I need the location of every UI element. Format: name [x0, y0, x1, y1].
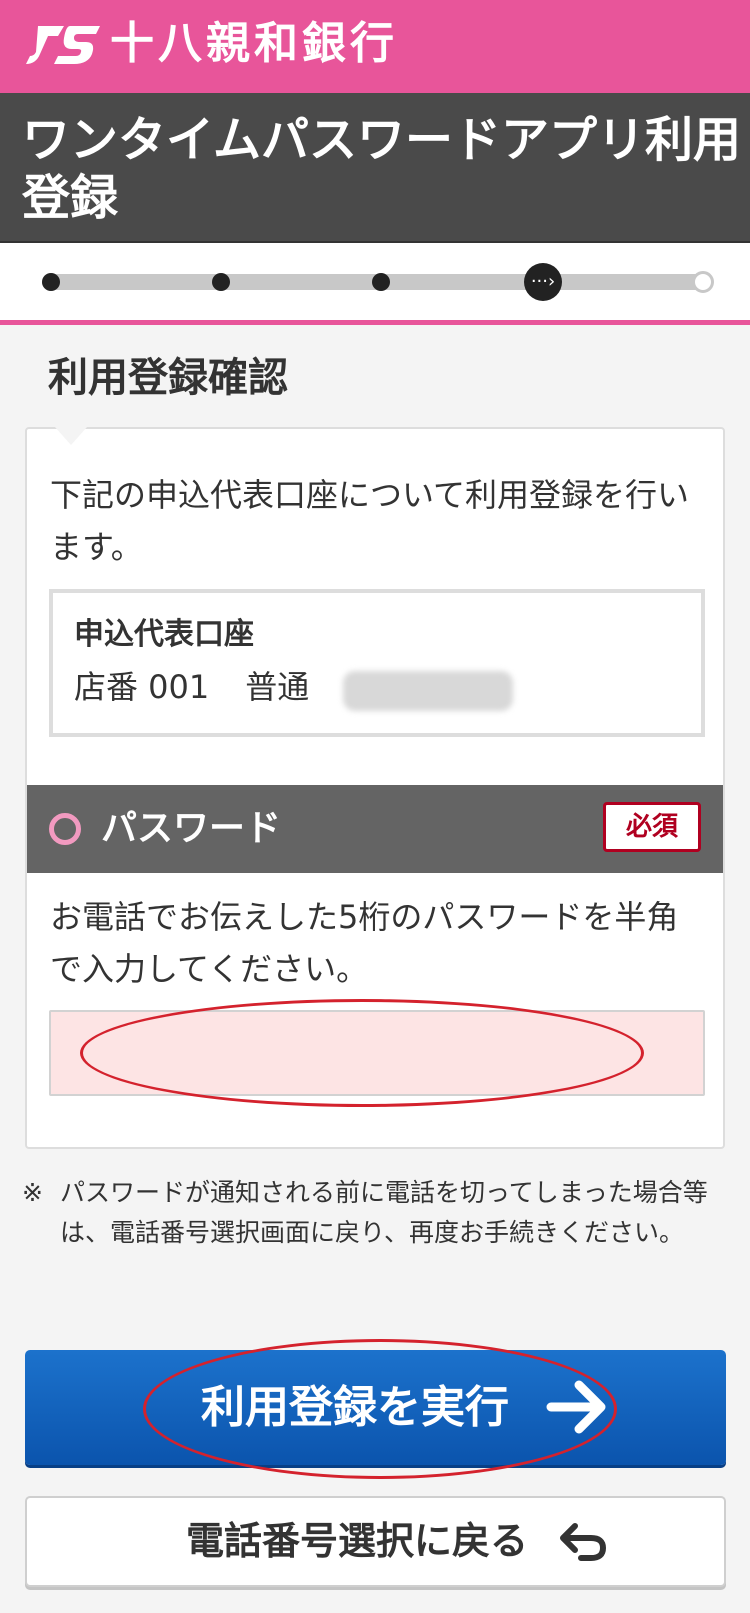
brand-header: 十八親和銀行 — [0, 0, 750, 93]
step-3-dot — [372, 273, 390, 291]
page-header: ワンタイムパスワードアプリ利用登録 — [0, 93, 750, 243]
section-title: 利用登録確認 — [48, 355, 288, 401]
note-mark: ※ — [22, 1178, 43, 1207]
step-2-dot — [212, 273, 230, 291]
ring-icon — [49, 813, 81, 845]
return-arrow-icon — [560, 1523, 606, 1561]
account-label: 申込代表口座 — [74, 617, 254, 652]
arrow-right-icon — [546, 1380, 606, 1434]
bank-name: 十八親和銀行 — [110, 18, 398, 69]
branch-number: 店番 001 — [74, 668, 210, 706]
back-to-phone-selection-button[interactable]: 電話番号選択に戻る — [25, 1496, 726, 1587]
step-5-dot — [692, 271, 714, 293]
account-value: 店番 001 普通 — [74, 665, 345, 709]
step-progress: ···› — [0, 243, 750, 325]
submit-button-label: 利用登録を実行 — [201, 1382, 509, 1433]
password-description: お電話でお伝えした5桁のパスワードを半角で入力してください。 — [50, 898, 679, 988]
password-input[interactable] — [49, 1010, 705, 1096]
account-box: 申込代表口座 店番 001 普通 — [49, 589, 705, 737]
page-title: ワンタイムパスワードアプリ利用登録 — [22, 112, 742, 226]
account-type: 普通 — [245, 668, 310, 706]
redacted-account-number — [343, 671, 513, 711]
bank-logo — [26, 26, 100, 64]
back-button-label: 電話番号選択に戻る — [185, 1519, 528, 1563]
intro-text: 下記の申込代表口座について利用登録を行います。 — [50, 476, 690, 566]
confirmation-card: 下記の申込代表口座について利用登録を行います。 申込代表口座 店番 001 普通 … — [25, 427, 725, 1149]
submit-registration-button[interactable]: 利用登録を実行 — [25, 1350, 726, 1465]
current-step-icon: ···› — [524, 263, 562, 301]
note-body: パスワードが通知される前に電話を切ってしまった場合等は、電話番号選択画面に戻り、… — [60, 1178, 708, 1247]
step-1-dot — [42, 273, 60, 291]
card-notch — [55, 427, 87, 445]
password-label: パスワード — [101, 808, 282, 849]
required-badge: 必須 — [603, 802, 701, 852]
notice-text: ※ パスワードが通知される前に電話を切ってしまった場合等は、電話番号選択画面に戻… — [22, 1173, 732, 1253]
password-field-header: パスワード 必須 — [27, 785, 723, 873]
